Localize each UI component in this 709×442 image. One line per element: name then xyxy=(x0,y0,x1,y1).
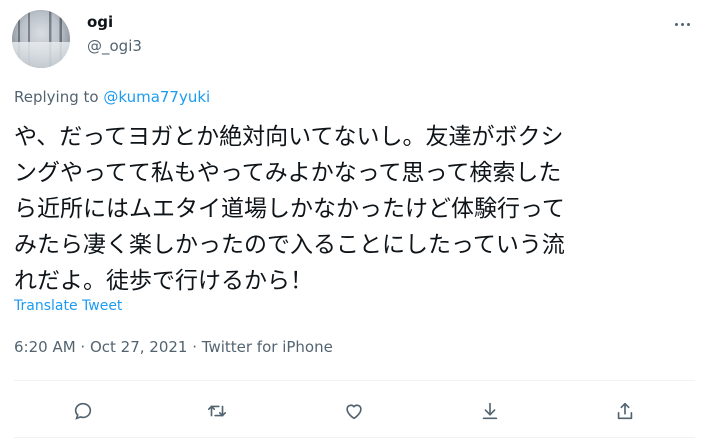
more-options-button[interactable] xyxy=(668,14,696,34)
divider xyxy=(14,380,695,381)
tweet-text: や、だってヨガとか絶対向いてないし。友達がボクシ ングやってて私もやってみよかな… xyxy=(14,124,565,294)
more-horizontal-icon-dot xyxy=(680,22,684,26)
reply-icon xyxy=(74,402,92,420)
retweet-button[interactable] xyxy=(204,398,230,424)
reply-mention-link[interactable]: @kuma77yuki xyxy=(103,88,210,106)
reply-button[interactable] xyxy=(70,398,96,424)
more-horizontal-icon xyxy=(674,22,678,26)
heart-icon xyxy=(346,404,362,420)
divider-bottom xyxy=(14,437,695,438)
replying-to-prefix: Replying to xyxy=(14,88,104,106)
bookmark-download-icon xyxy=(482,402,498,420)
more-horizontal-icon-dot xyxy=(686,22,690,26)
avatar-snow xyxy=(12,41,70,68)
retweet-icon xyxy=(207,405,227,417)
user-handle[interactable]: @_ogi3 xyxy=(87,37,142,55)
like-button[interactable] xyxy=(341,398,367,424)
replying-to: Replying to @kuma77yuki xyxy=(14,88,210,106)
share-button[interactable] xyxy=(612,398,638,424)
translate-tweet-link[interactable]: Translate Tweet xyxy=(14,298,122,314)
tweet-actions xyxy=(0,390,709,430)
share-icon xyxy=(617,402,633,420)
bookmark-button[interactable] xyxy=(477,398,503,424)
tweet-timestamp[interactable]: 6:20 AM · Oct 27, 2021 · Twitter for iPh… xyxy=(14,338,333,356)
avatar[interactable] xyxy=(12,10,70,68)
display-name[interactable]: ogi xyxy=(87,13,113,31)
